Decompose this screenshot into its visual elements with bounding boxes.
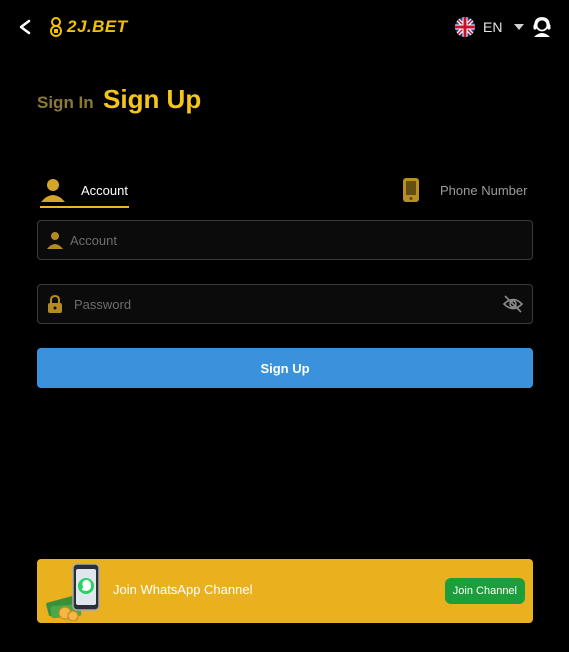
customer-support-icon[interactable] (531, 16, 553, 38)
site-logo[interactable]: 2J.BET (48, 14, 128, 40)
eye-off-icon[interactable] (503, 295, 523, 313)
account-input[interactable] (70, 221, 490, 259)
banner-text: Join WhatsApp Channel (113, 582, 253, 597)
tab-sign-in[interactable]: Sign In (37, 93, 94, 113)
password-input[interactable] (74, 285, 494, 323)
back-button[interactable] (14, 14, 36, 40)
user-icon (41, 179, 65, 202)
uk-flag-icon (455, 17, 475, 37)
tab-sign-up[interactable]: Sign Up (103, 84, 201, 115)
tab-account-label: Account (81, 183, 128, 198)
user-icon (47, 232, 63, 249)
sign-up-button[interactable]: Sign Up (37, 348, 533, 388)
tab-phone-method[interactable]: Phone Number (402, 174, 529, 206)
phone-icon (403, 178, 419, 202)
language-selector[interactable]: EN (455, 16, 525, 38)
language-code: EN (483, 19, 503, 35)
join-channel-button[interactable]: Join Channel (444, 578, 525, 604)
caret-down-icon (514, 24, 525, 30)
chevron-left-icon (19, 19, 31, 35)
logo-text: 2J.BET (67, 17, 128, 36)
tab-phone-label: Phone Number (440, 183, 528, 198)
whatsapp-phone-money-icon (46, 563, 100, 621)
password-field (37, 284, 533, 324)
whatsapp-banner[interactable]: Join WhatsApp Channel Join Channel (37, 559, 533, 623)
account-field (37, 220, 533, 260)
tab-account-method[interactable]: Account (40, 174, 129, 208)
lock-icon (48, 295, 62, 313)
logo-mark-icon (50, 17, 62, 37)
